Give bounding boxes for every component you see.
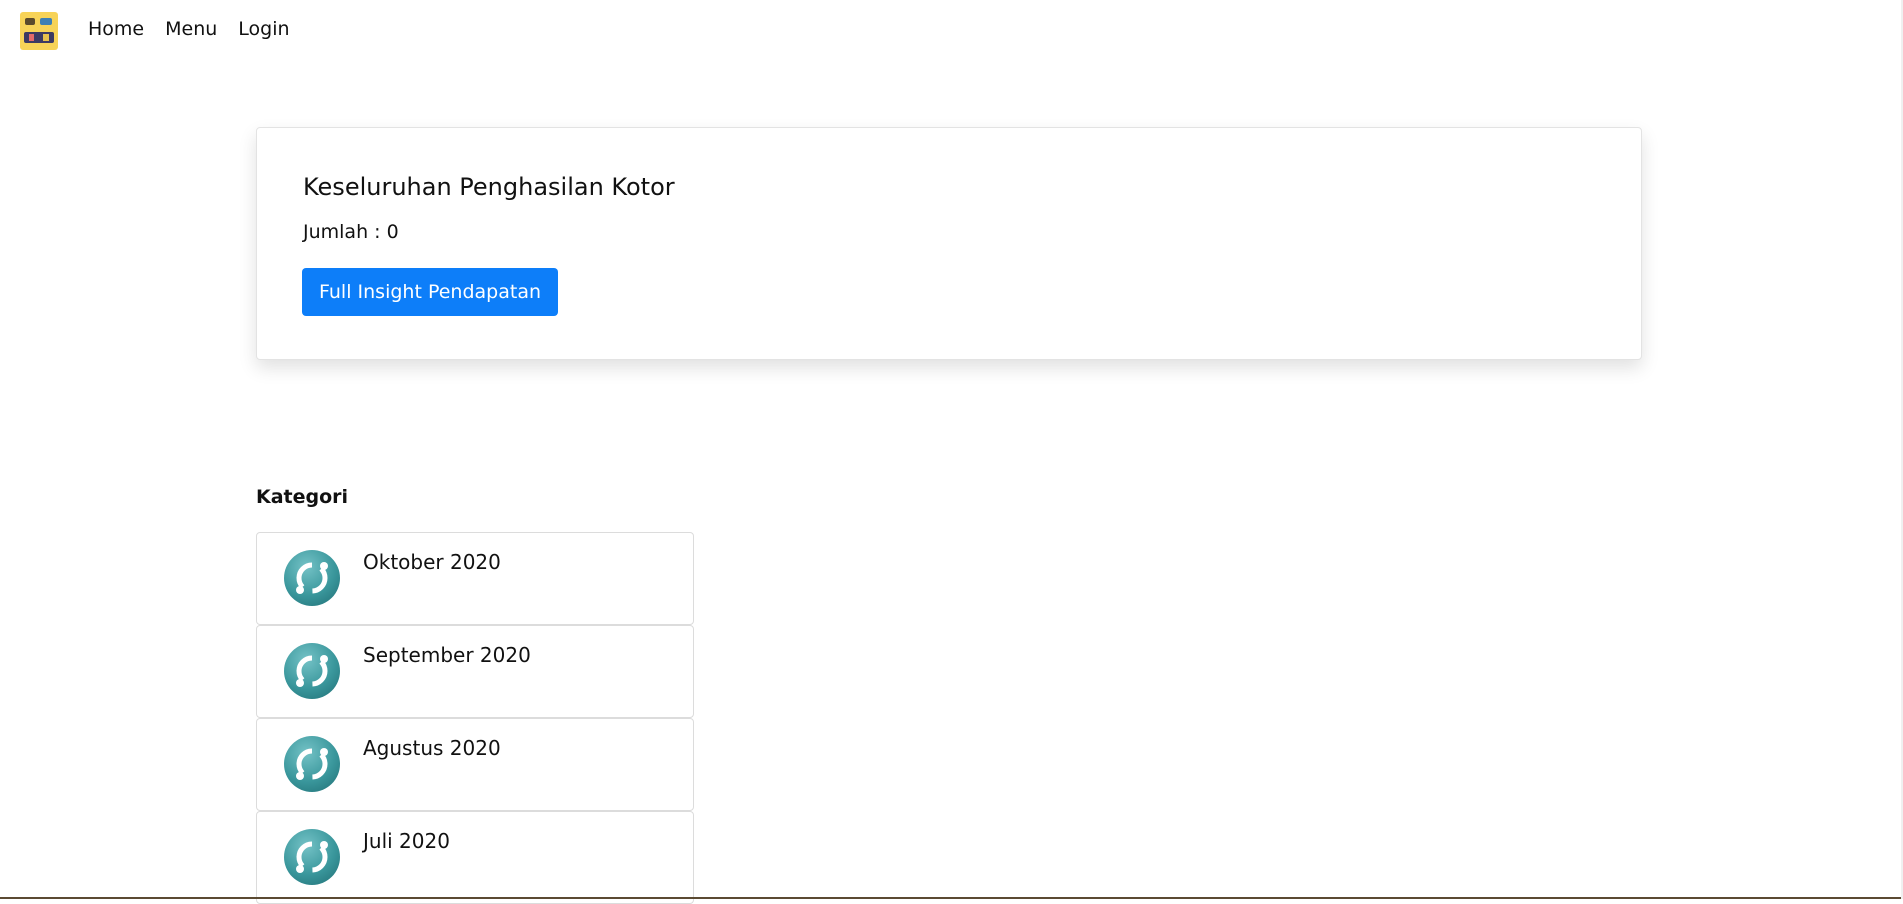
amount-text: Jumlah : 0	[303, 221, 399, 243]
nav-link-menu[interactable]: Menu	[165, 18, 217, 40]
list-item-label: Agustus 2020	[363, 736, 501, 760]
card-title: Keseluruhan Penghasilan Kotor	[303, 173, 675, 201]
kategori-list: Oktober 2020 September 2020 Agustus 2020	[256, 532, 694, 904]
brand-logo[interactable]	[20, 12, 58, 50]
icon-crypto-icon	[284, 829, 340, 885]
nav-links: Home Menu Login	[88, 18, 290, 40]
income-summary-card: Keseluruhan Penghasilan Kotor Jumlah : 0…	[256, 127, 1642, 360]
navbar: Home Menu Login	[0, 0, 1903, 64]
list-item[interactable]: Oktober 2020	[256, 532, 694, 625]
icon-crypto-icon	[284, 643, 340, 699]
icon-crypto-icon	[284, 550, 340, 606]
list-item[interactable]: Agustus 2020	[256, 718, 694, 811]
icon-crypto-icon	[284, 736, 340, 792]
nav-link-login[interactable]: Login	[238, 18, 289, 40]
kategori-heading: Kategori	[256, 486, 349, 508]
list-item[interactable]: Juli 2020	[256, 811, 694, 904]
nav-link-home[interactable]: Home	[88, 18, 144, 40]
full-insight-button[interactable]: Full Insight Pendapatan	[302, 268, 558, 316]
list-item-label: Juli 2020	[363, 829, 450, 853]
list-item[interactable]: September 2020	[256, 625, 694, 718]
list-item-label: Oktober 2020	[363, 550, 501, 574]
list-item-label: September 2020	[363, 643, 531, 667]
